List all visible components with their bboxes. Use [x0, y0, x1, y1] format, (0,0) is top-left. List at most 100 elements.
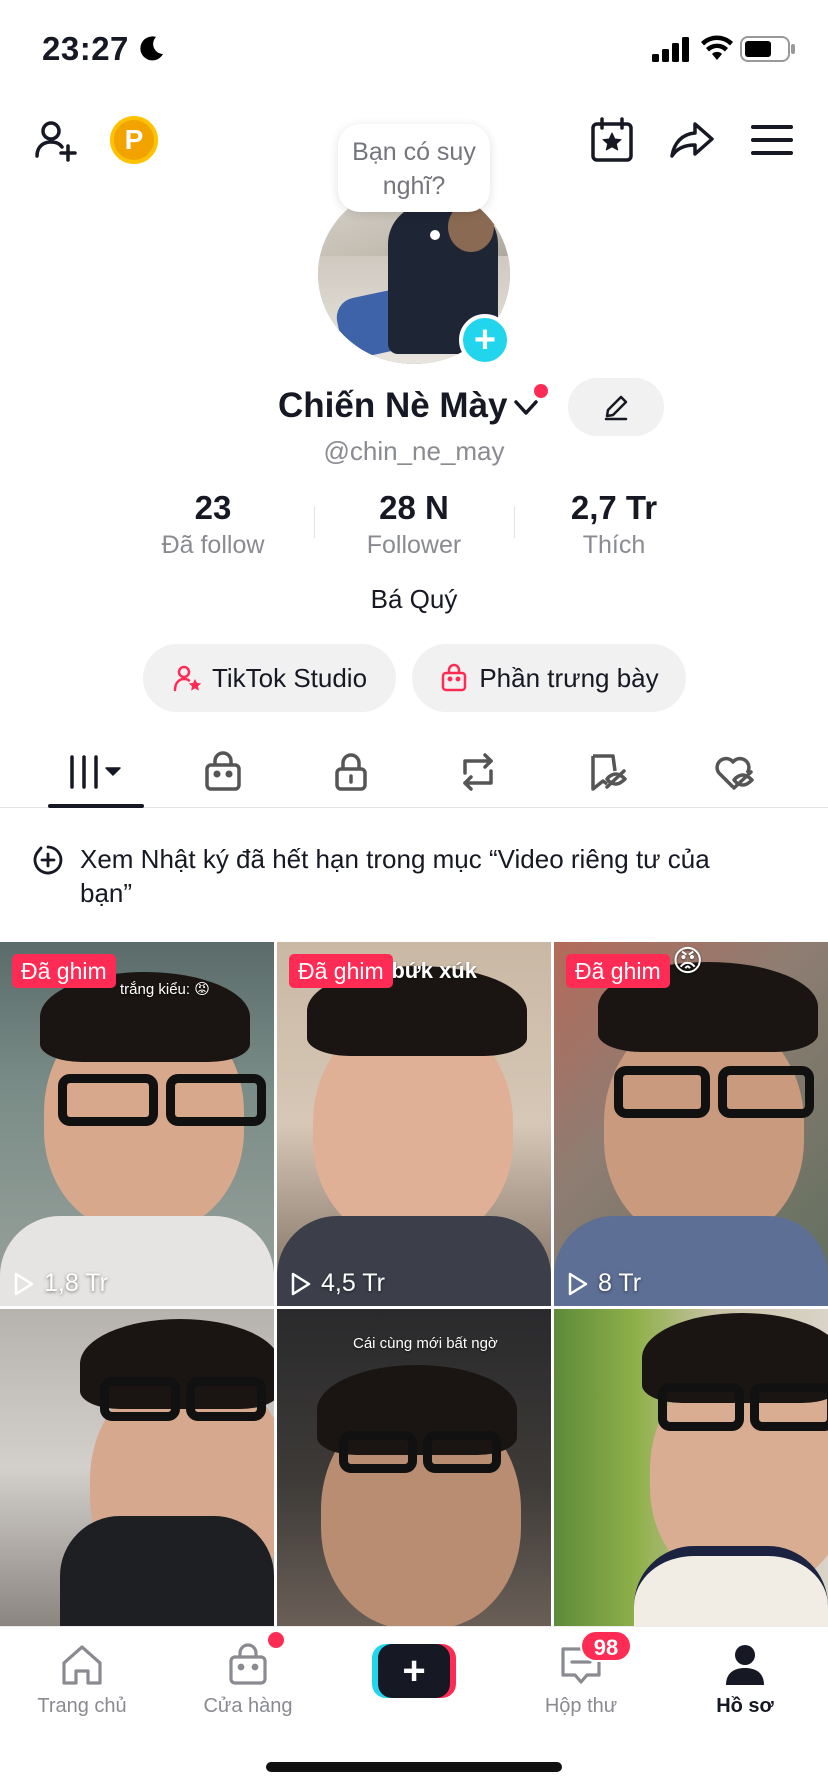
video-caption-overlay: 😡 [672, 945, 704, 978]
view-count-value: 1,8 Tr [44, 1269, 108, 1297]
nav-profile-label: Hồ sơ [716, 1695, 774, 1717]
notice-text: Xem Nhật ký đã hết hạn trong mục “Video … [80, 844, 710, 908]
stat-label: Đã follow [161, 531, 265, 559]
stat-likes[interactable]: 2,7 Tr Thích [514, 488, 714, 562]
home-icon [62, 1645, 102, 1685]
profile-icon [726, 1645, 764, 1685]
nav-shop[interactable]: Cửa hàng [178, 1641, 318, 1718]
profile-bio: Bá Quý [370, 584, 458, 614]
thumbnail-glasses [100, 1377, 180, 1421]
calendar-button[interactable] [588, 116, 636, 164]
stat-label: Thích [582, 531, 646, 559]
heart-hidden-icon [715, 756, 754, 790]
status-time: 23:27 [42, 30, 129, 67]
thumbnail-glasses [339, 1431, 417, 1473]
showcase-label: Phần trưng bày [479, 662, 659, 693]
video-thumbnail[interactable] [0, 1309, 274, 1626]
moon-icon [140, 36, 163, 61]
pencil-icon [604, 395, 628, 421]
play-icon [568, 1272, 588, 1295]
tiktok-studio-button[interactable]: TikTok Studio [143, 644, 396, 712]
content-tabs [0, 736, 828, 808]
shopping-bag-icon [442, 663, 467, 692]
play-icon [14, 1272, 34, 1295]
expired-stories-notice[interactable]: Xem Nhật ký đã hết hạn trong mục “Video … [0, 830, 828, 1704]
nav-home-label: Trang chủ [37, 1695, 127, 1717]
pinned-badge: Đã ghim [289, 954, 393, 988]
thumbnail-glasses [658, 1383, 744, 1431]
coin-letter: P [124, 124, 144, 155]
thumbnail-glasses [186, 1377, 266, 1421]
nav-shop-label: Cửa hàng [203, 1695, 293, 1717]
stat-value: 23 [194, 489, 232, 526]
video-grid: trắng kiểu: 😡 Đã ghim 1,8 Tr c bứk xúk Đ… [0, 942, 828, 1626]
nav-profile[interactable]: Hồ sơ [675, 1641, 815, 1718]
view-count: 8 Tr [564, 1269, 641, 1298]
view-count-value: 8 Tr [598, 1269, 642, 1297]
repost-icon [463, 753, 493, 791]
notification-dot [534, 384, 548, 398]
stat-label: Follower [366, 531, 462, 559]
grid-bars-icon [70, 755, 121, 789]
calendar-star-icon [591, 117, 633, 162]
chevron-down-icon[interactable] [512, 396, 540, 420]
person-star-icon [173, 665, 202, 692]
profile-stats: 23 Đã follow 28 N Follower 2,7 Tr Thích [0, 488, 828, 559]
stat-following[interactable]: 23 Đã follow [113, 488, 313, 562]
thumbnail-glasses [614, 1066, 710, 1118]
wifi-icon [701, 35, 733, 60]
shop-bag-icon [229, 1643, 267, 1685]
share-arrow-icon [670, 122, 714, 158]
video-thumbnail[interactable] [554, 1309, 828, 1626]
showcase-button[interactable]: Phần trưng bày [412, 644, 686, 712]
home-indicator [266, 1762, 562, 1772]
video-caption-overlay: Cái cùng mới bất ngờ [353, 1335, 498, 1352]
thumbnail-glasses [58, 1074, 158, 1126]
play-icon [291, 1272, 311, 1295]
thumbnail-shirt [60, 1516, 274, 1626]
nav-inbox-label: Hộp thư [544, 1695, 618, 1717]
add-story-button[interactable]: + [459, 314, 511, 366]
tab-shop[interactable] [159, 736, 287, 808]
lock-icon [335, 753, 367, 791]
battery-icon [740, 36, 795, 62]
pinned-badge: Đã ghim [12, 954, 116, 988]
thumbnail-glasses [718, 1066, 814, 1118]
pinned-badge: Đã ghim [566, 954, 670, 988]
create-button[interactable]: + [372, 1644, 456, 1698]
create-plus-icon: + [378, 1644, 450, 1698]
thought-bubble[interactable]: Bạn có suy nghĩ? [338, 124, 490, 212]
nav-home[interactable]: Trang chủ [12, 1641, 152, 1718]
tab-reposts[interactable] [414, 736, 542, 808]
shop-notification-dot [268, 1632, 284, 1648]
video-thumbnail[interactable]: Cái cùng mới bất ngờ [277, 1309, 551, 1626]
edit-profile-button[interactable] [568, 378, 664, 436]
share-profile-button[interactable] [668, 116, 716, 164]
thumbnail-glasses [750, 1383, 828, 1431]
profile-name[interactable]: Chiến Nè Mày [278, 386, 508, 426]
video-thumbnail[interactable]: trắng kiểu: 😡 Đã ghim 1,8 Tr [0, 942, 274, 1306]
coin-icon[interactable]: P [110, 116, 158, 164]
stat-value: 2,7 Tr [570, 489, 658, 526]
view-count: 1,8 Tr [10, 1269, 108, 1298]
add-friend-button[interactable] [32, 116, 80, 164]
thought-bubble-tail [430, 230, 440, 240]
stat-value: 28 N [379, 489, 449, 526]
thumbnail-glasses [166, 1074, 266, 1126]
story-add-icon [33, 845, 63, 875]
menu-button[interactable] [748, 116, 796, 164]
status-bar: 23:27 [0, 0, 828, 100]
tab-active-indicator [48, 804, 144, 808]
inbox-badge: 98 [580, 1630, 632, 1662]
thumbnail-shirt [634, 1546, 828, 1626]
bookmark-hidden-icon [591, 754, 627, 791]
video-thumbnail[interactable]: 😡 Đã ghim 8 Tr [554, 942, 828, 1306]
stat-followers[interactable]: 28 N Follower [314, 488, 514, 562]
view-count: 4,5 Tr [287, 1269, 385, 1298]
video-caption-overlay: trắng kiểu: 😡 [120, 981, 210, 998]
tab-favorites[interactable] [542, 736, 670, 808]
tab-private[interactable] [287, 736, 415, 808]
tab-videos[interactable] [32, 736, 160, 808]
tab-liked[interactable] [669, 736, 797, 808]
video-thumbnail[interactable]: c bứk xúk Đã ghim 4,5 Tr [277, 942, 551, 1306]
